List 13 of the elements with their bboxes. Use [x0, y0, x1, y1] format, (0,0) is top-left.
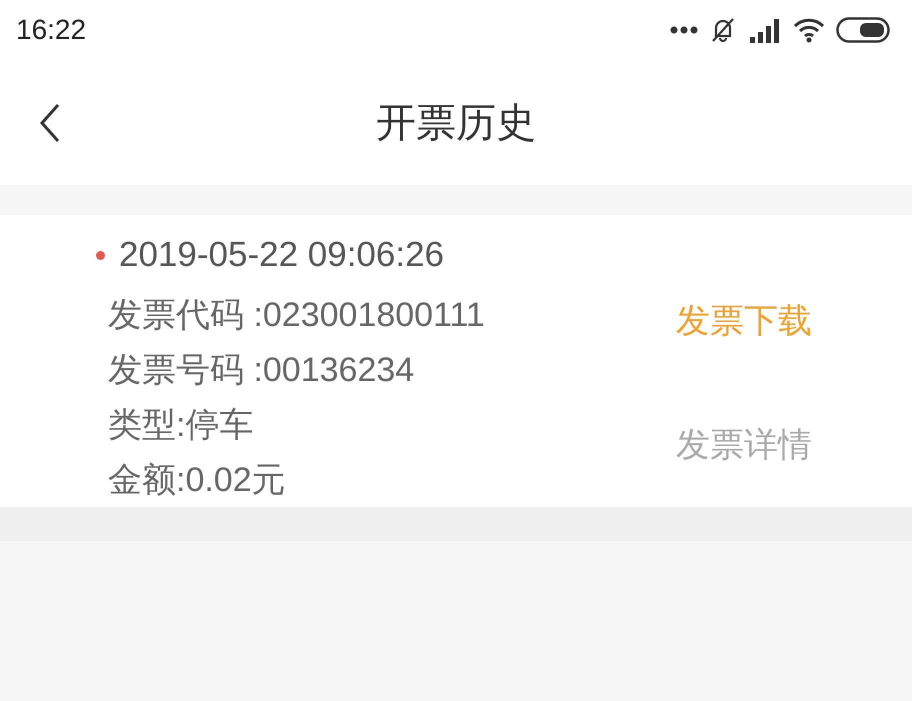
more-dots-icon: [670, 26, 698, 34]
wifi-icon: [792, 16, 826, 44]
invoice-field: 金额:0.02元: [108, 453, 485, 508]
download-link[interactable]: 发票下载: [676, 300, 812, 342]
invoice-field: 类型:停车: [108, 398, 485, 453]
page-title: 开票历史: [376, 100, 536, 146]
invoice-field: 发票号码 :00136234: [108, 343, 485, 398]
invoice-field: 发票代码 :023001800111: [108, 288, 485, 343]
details-link[interactable]: 发票详情: [676, 424, 812, 466]
status-time: 16:22: [16, 13, 86, 47]
back-icon: [39, 103, 61, 143]
battery-icon: [836, 17, 890, 43]
invoice-datetime: 2019-05-22 09:06:26: [119, 234, 444, 276]
